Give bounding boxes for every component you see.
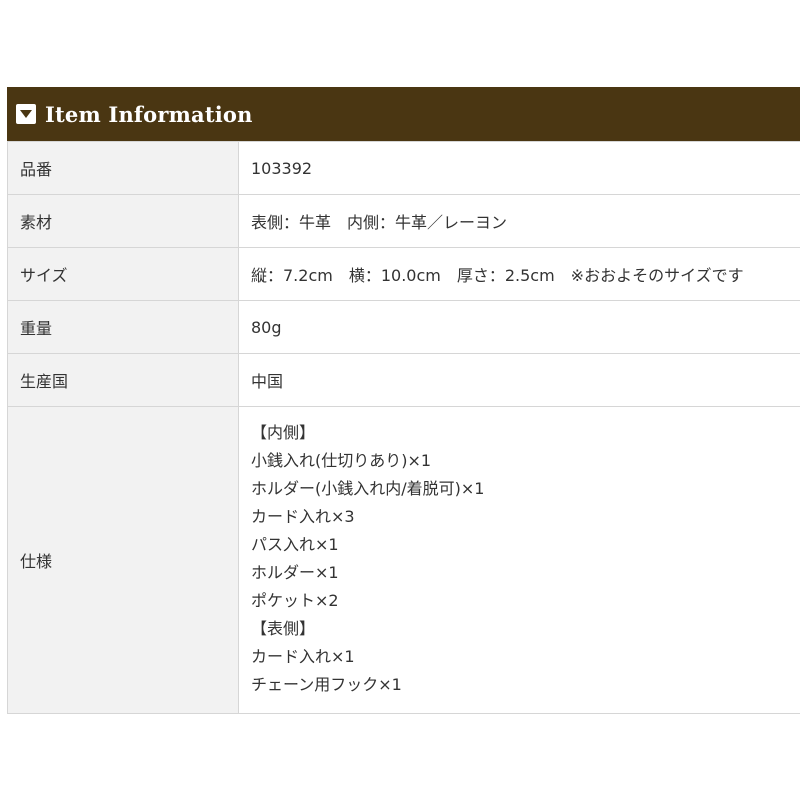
table-row-product-number: 品番 103392: [7, 141, 800, 195]
item-info-table: 品番 103392 素材 表側：牛革 内側：牛革／レーヨン サイズ 縦：7.2c…: [7, 141, 800, 714]
table-row-country: 生産国 中国: [7, 353, 800, 407]
row-label: 仕様: [7, 406, 239, 714]
row-label: サイズ: [7, 247, 239, 301]
row-label: 品番: [7, 141, 239, 195]
row-value: 103392: [238, 141, 800, 195]
spec-line: ホルダー×1: [251, 563, 339, 582]
table-row-size: サイズ 縦：7.2cm 横：10.0cm 厚さ：2.5cm ※おおよそのサイズで…: [7, 247, 800, 301]
spec-line: ホルダー(小銭入れ内/着脱可)×1: [251, 479, 485, 498]
spec-line: 【内側】: [251, 423, 316, 442]
row-value: 中国: [238, 353, 800, 407]
row-label: 素材: [7, 194, 239, 248]
section-title: Item Information: [45, 101, 253, 127]
spec-line: 【表側】: [251, 619, 316, 638]
row-label: 重量: [7, 300, 239, 354]
section-header[interactable]: Item Information: [7, 87, 800, 141]
row-label: 生産国: [7, 353, 239, 407]
spec-line: カード入れ×1: [251, 647, 355, 666]
spec-list: 【内側】 小銭入れ(仕切りあり)×1 ホルダー(小銭入れ内/着脱可)×1 カード…: [238, 406, 800, 714]
row-value: 80g: [238, 300, 800, 354]
spec-line: チェーン用フック×1: [251, 675, 402, 694]
table-row-weight: 重量 80g: [7, 300, 800, 354]
chevron-down-icon[interactable]: [16, 104, 36, 124]
row-value: 縦：7.2cm 横：10.0cm 厚さ：2.5cm ※おおよそのサイズです: [238, 247, 800, 301]
spec-line: パス入れ×1: [251, 535, 339, 554]
spec-line: カード入れ×3: [251, 507, 355, 526]
item-information-panel: Item Information 品番 103392 素材 表側：牛革 内側：牛…: [7, 87, 800, 714]
spec-line: 小銭入れ(仕切りあり)×1: [251, 451, 432, 470]
spec-line: ポケット×2: [251, 591, 339, 610]
row-value: 表側：牛革 内側：牛革／レーヨン: [238, 194, 800, 248]
table-row-material: 素材 表側：牛革 内側：牛革／レーヨン: [7, 194, 800, 248]
table-row-specification: 仕様 【内側】 小銭入れ(仕切りあり)×1 ホルダー(小銭入れ内/着脱可)×1 …: [7, 406, 800, 714]
